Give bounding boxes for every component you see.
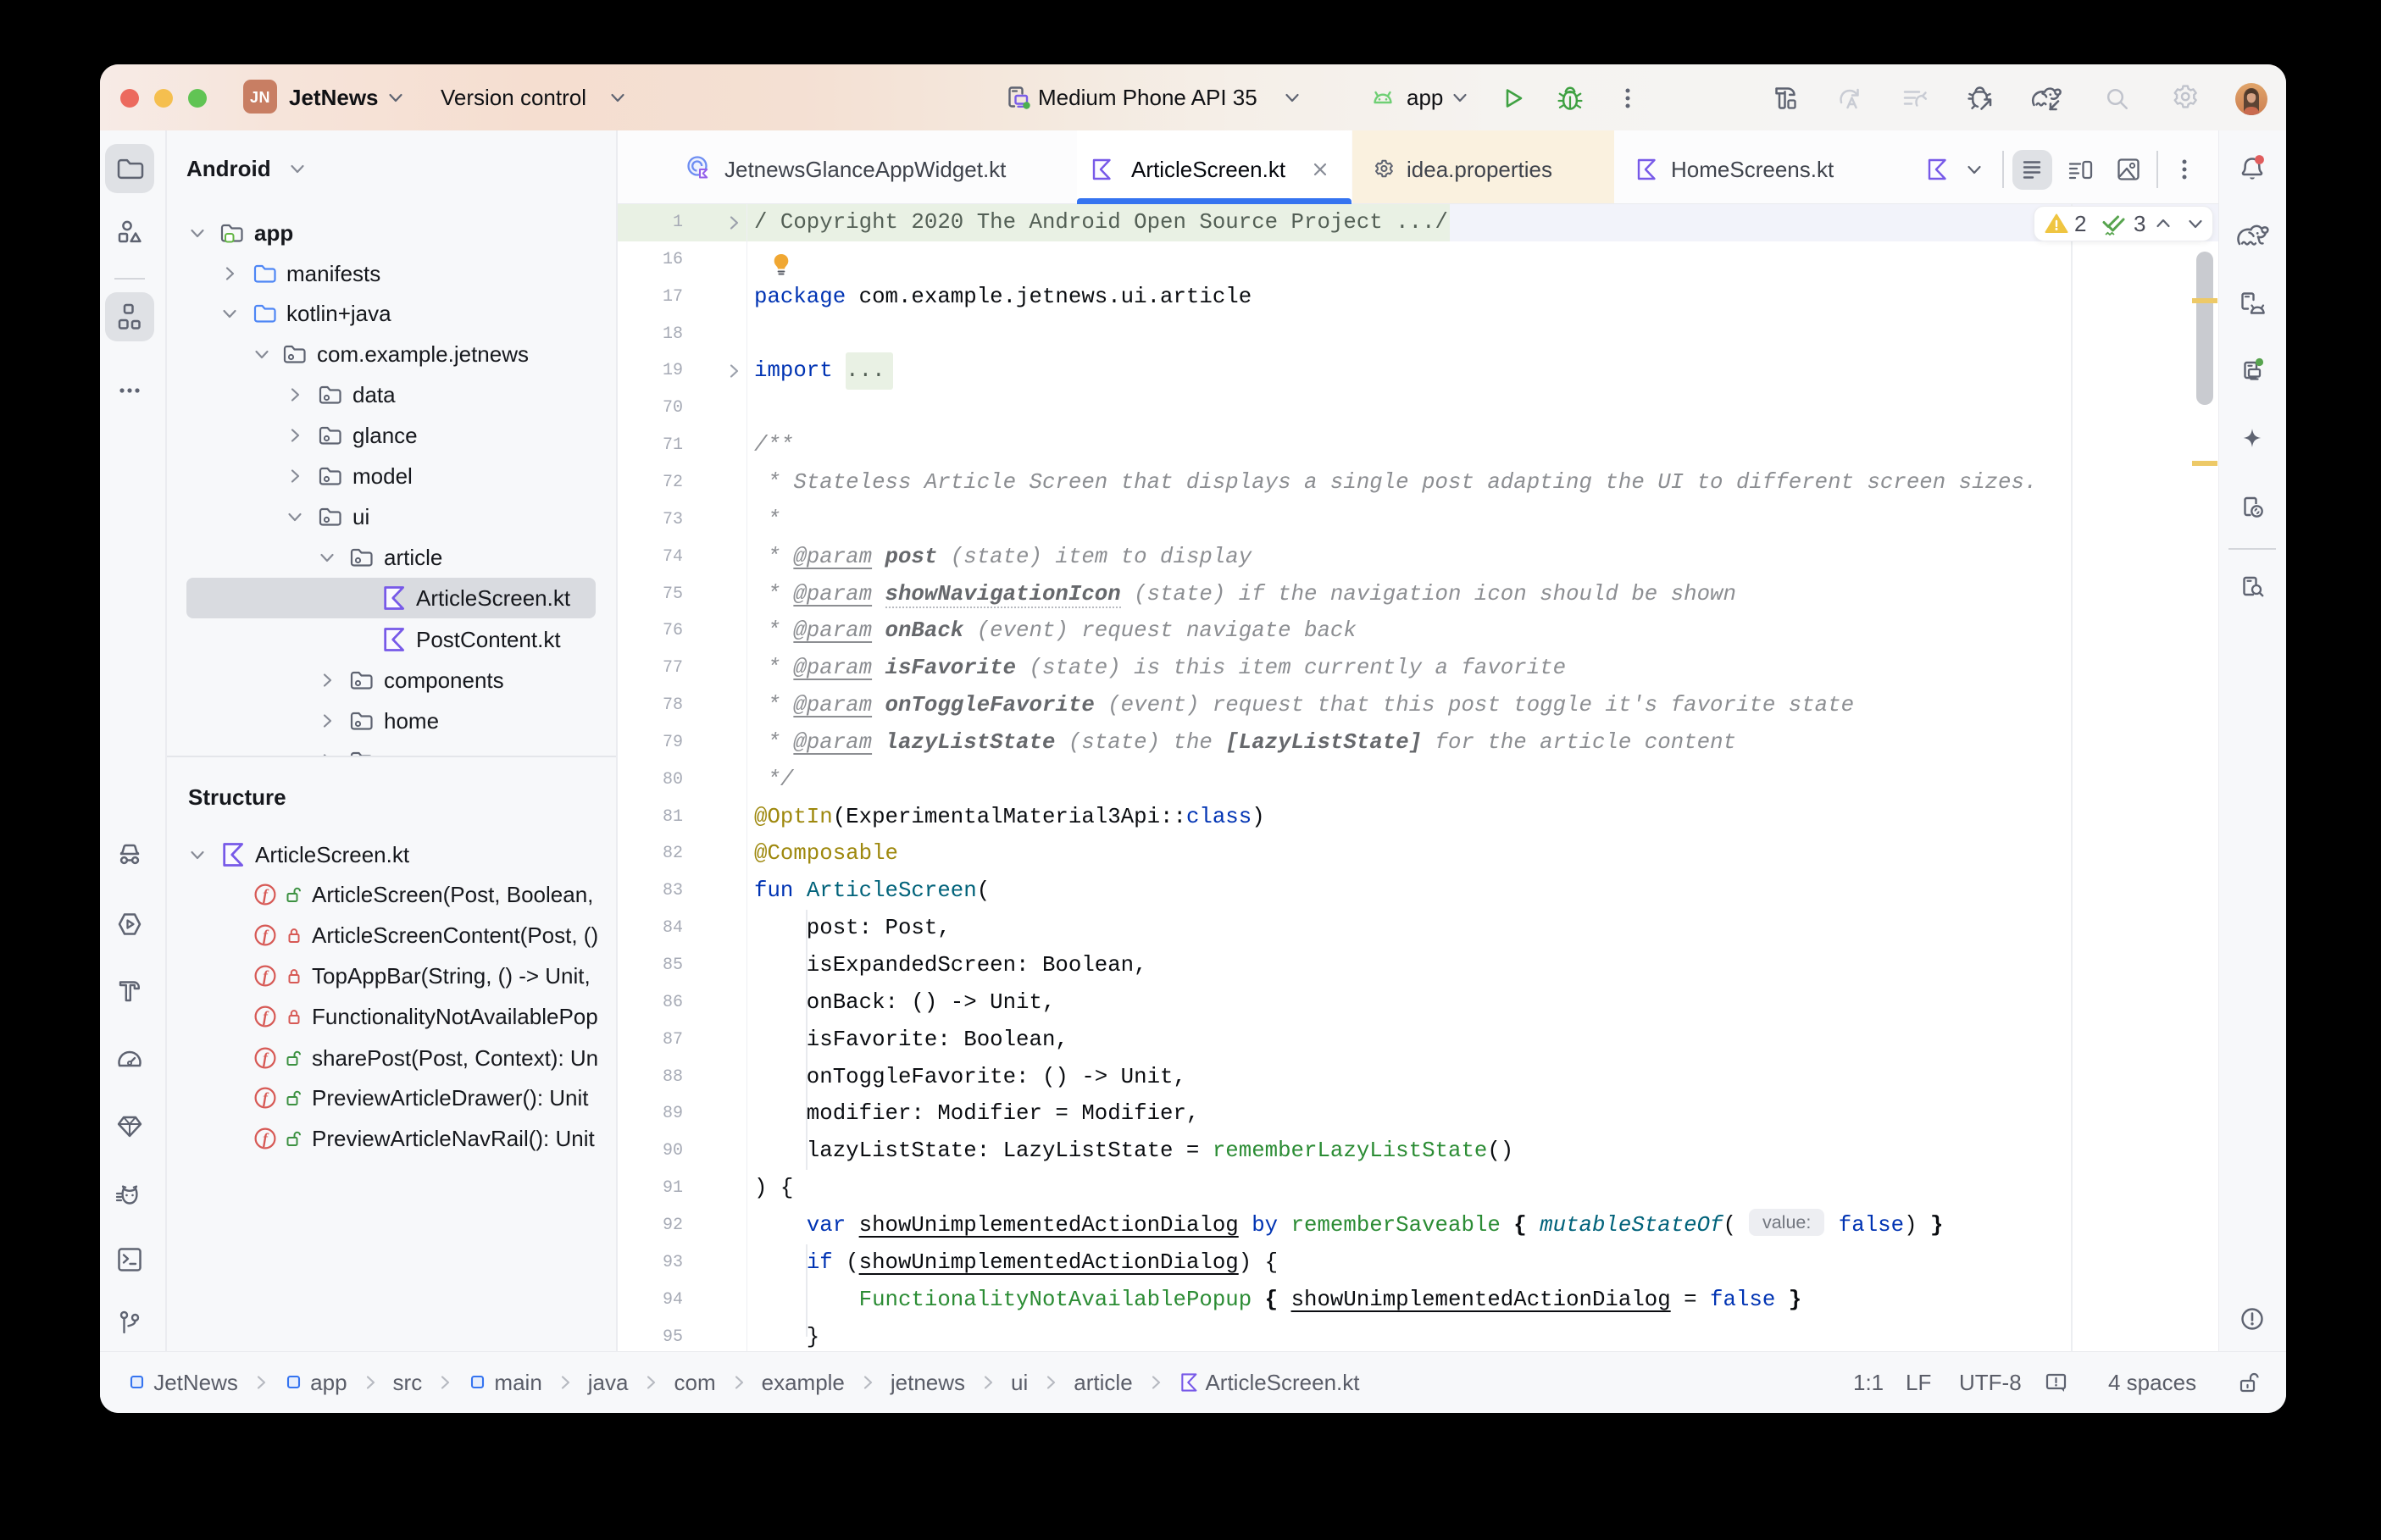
svg-text:f: f [263, 927, 269, 944]
svg-text:f: f [263, 1130, 269, 1147]
svg-text:f: f [263, 1008, 269, 1025]
svg-text:f: f [263, 1089, 269, 1106]
svg-text:f: f [263, 1050, 269, 1066]
svg-text:f: f [263, 886, 269, 903]
svg-text:f: f [263, 967, 269, 984]
